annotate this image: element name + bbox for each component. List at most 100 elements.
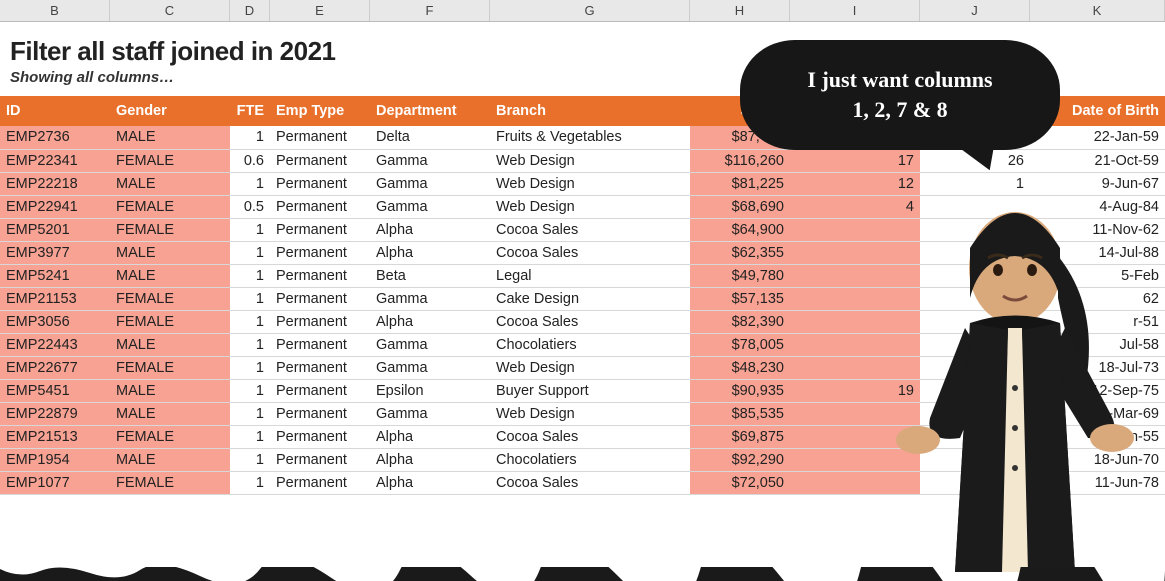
table-cell[interactable]: Cocoa Sales — [490, 310, 690, 333]
table-header-cell[interactable]: Emp Type — [270, 96, 370, 126]
table-cell[interactable]: 1 — [230, 310, 270, 333]
table-cell[interactable]: Cake Design — [490, 287, 690, 310]
table-cell[interactable]: $49,780 — [690, 264, 790, 287]
table-cell[interactable]: Chocolatiers — [490, 448, 690, 471]
table-cell[interactable]: EMP5451 — [0, 379, 110, 402]
table-cell[interactable]: $64,900 — [690, 218, 790, 241]
table-cell[interactable]: 22-Jan-59 — [1030, 126, 1165, 149]
table-cell[interactable]: $90,935 — [690, 379, 790, 402]
column-letter[interactable]: B — [0, 0, 110, 21]
column-letter[interactable]: I — [790, 0, 920, 21]
table-cell[interactable]: Alpha — [370, 218, 490, 241]
column-letter[interactable]: E — [270, 0, 370, 21]
table-header-cell[interactable]: Gender — [110, 96, 230, 126]
table-cell[interactable]: EMP22443 — [0, 333, 110, 356]
column-letter[interactable]: D — [230, 0, 270, 21]
table-cell[interactable]: 1 — [230, 264, 270, 287]
table-header-cell[interactable]: ID — [0, 96, 110, 126]
table-cell[interactable]: Buyer Support — [490, 379, 690, 402]
table-cell[interactable]: Web Design — [490, 356, 690, 379]
table-cell[interactable]: EMP22677 — [0, 356, 110, 379]
column-letter[interactable]: H — [690, 0, 790, 21]
table-cell[interactable]: Chocolatiers — [490, 333, 690, 356]
table-cell[interactable]: $81,225 — [690, 172, 790, 195]
table-cell[interactable]: Delta — [370, 126, 490, 149]
table-cell[interactable]: Permanent — [270, 448, 370, 471]
table-cell[interactable]: EMP1077 — [0, 471, 110, 494]
table-cell[interactable]: FEMALE — [110, 287, 230, 310]
table-cell[interactable]: Web Design — [490, 195, 690, 218]
table-cell[interactable]: Alpha — [370, 448, 490, 471]
table-cell[interactable]: Gamma — [370, 287, 490, 310]
table-cell[interactable]: Alpha — [370, 425, 490, 448]
table-cell[interactable]: 1 — [230, 172, 270, 195]
table-cell[interactable]: $69,875 — [690, 425, 790, 448]
table-cell[interactable]: MALE — [110, 264, 230, 287]
table-cell[interactable]: FEMALE — [110, 149, 230, 172]
table-cell[interactable]: Gamma — [370, 356, 490, 379]
table-cell[interactable]: EMP3977 — [0, 241, 110, 264]
table-cell[interactable]: 0.6 — [230, 149, 270, 172]
table-cell[interactable]: $48,230 — [690, 356, 790, 379]
table-cell[interactable]: Gamma — [370, 333, 490, 356]
table-cell[interactable]: FEMALE — [110, 195, 230, 218]
table-cell[interactable]: Permanent — [270, 264, 370, 287]
table-cell[interactable]: 1 — [230, 241, 270, 264]
table-cell[interactable]: Permanent — [270, 218, 370, 241]
table-cell[interactable]: $85,535 — [690, 402, 790, 425]
table-cell[interactable]: $78,005 — [690, 333, 790, 356]
table-cell[interactable]: MALE — [110, 241, 230, 264]
table-cell[interactable]: 1 — [230, 356, 270, 379]
table-cell[interactable]: Epsilon — [370, 379, 490, 402]
table-cell[interactable]: Permanent — [270, 425, 370, 448]
table-cell[interactable]: $92,290 — [690, 448, 790, 471]
table-cell[interactable]: EMP21153 — [0, 287, 110, 310]
table-cell[interactable]: 1 — [230, 218, 270, 241]
table-cell[interactable]: 21-Oct-59 — [1030, 149, 1165, 172]
table-cell[interactable]: 0.5 — [230, 195, 270, 218]
table-cell[interactable]: Web Design — [490, 149, 690, 172]
table-cell[interactable]: Beta — [370, 264, 490, 287]
table-cell[interactable]: Alpha — [370, 241, 490, 264]
table-cell[interactable]: $72,050 — [690, 471, 790, 494]
table-cell[interactable]: Permanent — [270, 379, 370, 402]
table-cell[interactable]: EMP22218 — [0, 172, 110, 195]
table-cell[interactable]: Alpha — [370, 310, 490, 333]
table-cell[interactable]: FEMALE — [110, 218, 230, 241]
table-cell[interactable]: Cocoa Sales — [490, 218, 690, 241]
table-cell[interactable]: Legal — [490, 264, 690, 287]
table-cell[interactable]: Gamma — [370, 149, 490, 172]
table-cell[interactable]: 17 — [790, 149, 920, 172]
table-cell[interactable]: Permanent — [270, 287, 370, 310]
table-cell[interactable]: 1 — [230, 425, 270, 448]
table-cell[interactable]: 1 — [230, 402, 270, 425]
table-cell[interactable]: MALE — [110, 333, 230, 356]
table-cell[interactable]: Permanent — [270, 126, 370, 149]
table-cell[interactable]: Cocoa Sales — [490, 425, 690, 448]
table-cell[interactable]: Alpha — [370, 471, 490, 494]
table-cell[interactable]: Web Design — [490, 402, 690, 425]
table-cell[interactable]: Permanent — [270, 356, 370, 379]
table-cell[interactable]: Permanent — [270, 172, 370, 195]
table-cell[interactable]: MALE — [110, 402, 230, 425]
table-cell[interactable]: 1 — [230, 471, 270, 494]
table-cell[interactable]: EMP5201 — [0, 218, 110, 241]
column-letter[interactable]: C — [110, 0, 230, 21]
table-cell[interactable]: Permanent — [270, 149, 370, 172]
table-cell[interactable]: 1 — [230, 126, 270, 149]
table-cell[interactable]: $62,355 — [690, 241, 790, 264]
table-cell[interactable]: Permanent — [270, 310, 370, 333]
table-cell[interactable]: EMP22341 — [0, 149, 110, 172]
table-cell[interactable]: Gamma — [370, 195, 490, 218]
table-cell[interactable]: Gamma — [370, 402, 490, 425]
table-cell[interactable]: 1 — [230, 379, 270, 402]
table-cell[interactable]: FEMALE — [110, 356, 230, 379]
table-cell[interactable]: EMP22941 — [0, 195, 110, 218]
table-cell[interactable]: $68,690 — [690, 195, 790, 218]
table-cell[interactable]: Permanent — [270, 195, 370, 218]
table-cell[interactable]: Cocoa Sales — [490, 471, 690, 494]
table-cell[interactable]: EMP3056 — [0, 310, 110, 333]
table-cell[interactable]: EMP1954 — [0, 448, 110, 471]
table-cell[interactable]: Permanent — [270, 471, 370, 494]
table-cell[interactable]: Fruits & Vegetables — [490, 126, 690, 149]
